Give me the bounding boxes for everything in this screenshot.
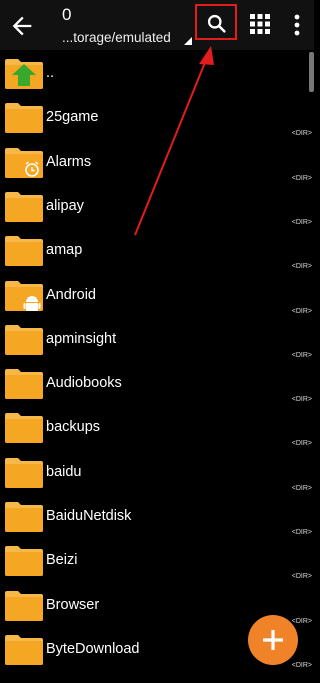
dir-tag: <DIR>: [291, 661, 312, 669]
list-item[interactable]: Audiobooks <DIR>: [0, 360, 314, 404]
dir-tag: <DIR>: [291, 573, 312, 581]
selection-count: 0: [62, 5, 72, 24]
list-item[interactable]: apminsight <DIR>: [0, 316, 314, 360]
folder-icon: [4, 191, 44, 223]
dir-tag: <DIR>: [291, 351, 312, 359]
search-icon: [207, 14, 226, 33]
file-name: Android: [46, 286, 96, 303]
scrollbar[interactable]: [309, 52, 314, 92]
dir-tag: <DIR>: [291, 130, 312, 138]
folder-icon: [4, 102, 44, 134]
folder-icon: [4, 545, 44, 577]
folder-icon: [4, 324, 44, 356]
more-vert-icon: [294, 14, 300, 36]
file-name: 25game: [46, 109, 99, 126]
file-name: amap: [46, 242, 83, 259]
list-item[interactable]: BaiduNetdisk <DIR>: [0, 493, 314, 537]
dir-tag: <DIR>: [291, 484, 312, 492]
file-name: baidu: [46, 463, 82, 480]
dir-tag: <DIR>: [291, 218, 312, 226]
folder-icon: [4, 590, 44, 622]
folder-icon: [4, 457, 44, 489]
list-item[interactable]: amap <DIR>: [0, 227, 314, 271]
folder-alarm-icon: [4, 147, 44, 179]
more-options-button[interactable]: [292, 14, 302, 36]
list-item[interactable]: 25game <DIR>: [0, 94, 314, 138]
dir-tag: <DIR>: [291, 529, 312, 536]
file-name: Browser: [46, 596, 100, 613]
list-item[interactable]: Beizi <DIR>: [0, 537, 314, 581]
folder-up-icon: [4, 58, 44, 90]
file-name: alipay: [46, 197, 84, 214]
back-button[interactable]: [8, 12, 36, 40]
plus-icon: [263, 630, 283, 650]
list-item[interactable]: Android <DIR>: [0, 272, 314, 316]
grid-view-button[interactable]: [250, 14, 270, 34]
list-item[interactable]: Alarms <DIR>: [0, 139, 314, 183]
toolbar: 0 ...torage/emulated: [0, 0, 314, 50]
list-item[interactable]: ..: [0, 50, 314, 94]
dir-tag: <DIR>: [291, 307, 312, 315]
dir-tag: <DIR>: [291, 440, 312, 448]
current-path[interactable]: ...torage/emulated: [62, 30, 171, 45]
dir-tag: <DIR>: [291, 396, 312, 404]
dir-tag: <DIR>: [291, 617, 312, 625]
list-item[interactable]: backups <DIR>: [0, 404, 314, 448]
add-button[interactable]: [248, 615, 298, 665]
list-item[interactable]: alipay <DIR>: [0, 183, 314, 227]
file-name: Audiobooks: [46, 375, 122, 392]
folder-icon: [4, 501, 44, 533]
file-name: ..: [46, 65, 55, 81]
file-name: Beizi: [46, 552, 78, 569]
path-dropdown-icon[interactable]: [184, 37, 192, 45]
file-name: ByteDownload: [46, 640, 140, 657]
folder-icon: [4, 412, 44, 444]
file-name: backups: [46, 419, 101, 436]
list-item[interactable]: baidu <DIR>: [0, 449, 314, 493]
grid-view-icon: [250, 14, 270, 34]
arrow-left-icon: [12, 16, 32, 36]
file-name: apminsight: [46, 330, 117, 347]
folder-icon: [4, 235, 44, 267]
file-name: Alarms: [46, 153, 92, 170]
folder-icon: [4, 368, 44, 400]
dir-tag: <DIR>: [291, 263, 312, 271]
folder-icon: [4, 634, 44, 666]
search-button[interactable]: [195, 4, 237, 40]
dir-tag: <DIR>: [291, 174, 312, 182]
file-name: BaiduNetdisk: [46, 508, 132, 524]
folder-android-icon: [4, 280, 44, 312]
